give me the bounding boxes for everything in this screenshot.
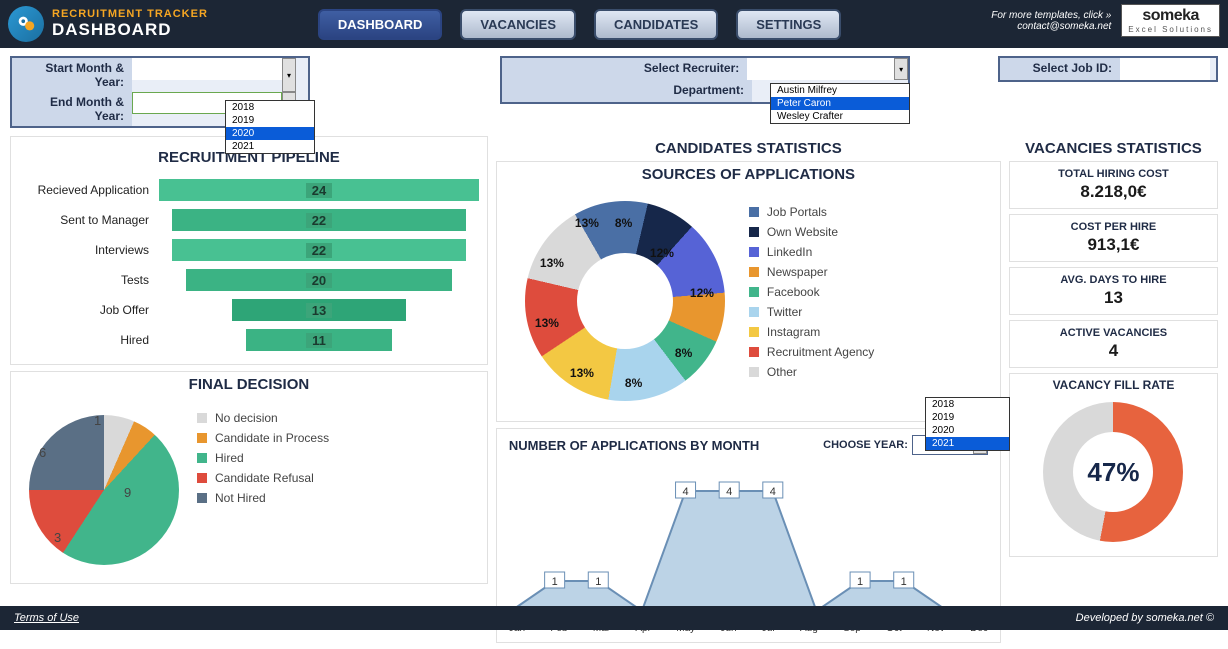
filter-row: Start Month & Year: ▾ End Month & Year: …	[0, 48, 1228, 136]
legend-item: Other	[749, 365, 992, 379]
svg-text:1: 1	[857, 576, 863, 588]
fill-rate-panel: VACANCY FILL RATE 47%	[1009, 373, 1218, 557]
legend-item: Candidate Refusal	[197, 471, 479, 485]
recruiter-dropdown[interactable]: Austin Milfrey Peter Caron Wesley Crafte…	[770, 83, 910, 124]
nav-buttons: DASHBOARD VACANCIES CANDIDATES SETTINGS	[318, 9, 841, 40]
fill-rate-title: VACANCY FILL RATE	[1014, 378, 1213, 392]
more-templates-link[interactable]: For more templates, click »	[991, 10, 1111, 21]
vacancy-stat: TOTAL HIRING COST8.218,0€	[1009, 161, 1218, 209]
funnel-row: Sent to Manager 22	[19, 206, 479, 234]
funnel-row: Recieved Application 24	[19, 176, 479, 204]
nav-dashboard[interactable]: DASHBOARD	[318, 9, 443, 40]
funnel-row: Job Offer 13	[19, 296, 479, 324]
chart-year-dropdown[interactable]: 2018 2019 2020 2021	[925, 397, 1010, 451]
legend-item: Newspaper	[749, 265, 992, 279]
brand-logo[interactable]: someka Excel Solutions	[1121, 4, 1220, 37]
funnel-row: Hired 11	[19, 326, 479, 354]
vacancies-title: VACANCIES STATISTICS	[1009, 136, 1218, 161]
svg-text:1: 1	[551, 576, 557, 588]
nav-vacancies[interactable]: VACANCIES	[460, 9, 576, 40]
terms-link[interactable]: Terms of Use	[14, 612, 79, 624]
sources-title: SOURCES OF APPLICATIONS	[497, 162, 1000, 187]
pipeline-panel: RECRUITMENT PIPELINE Recieved Applicatio…	[10, 136, 488, 365]
footer: Terms of Use Developed by someka.net ©	[0, 606, 1228, 630]
legend-item: Not Hired	[197, 491, 479, 505]
legend-item: LinkedIn	[749, 245, 992, 259]
funnel-row: Tests 20	[19, 266, 479, 294]
topbar: RECRUITMENT TRACKER DASHBOARD DASHBOARD …	[0, 0, 1228, 48]
legend-item: Job Portals	[749, 205, 992, 219]
svg-text:1: 1	[595, 576, 601, 588]
recruiter-label: Select Recruiter:	[502, 58, 747, 80]
svg-text:4: 4	[726, 486, 732, 498]
vacancy-stat: AVG. DAYS TO HIRE13	[1009, 267, 1218, 315]
candidates-title: CANDIDATES STATISTICS	[496, 136, 1001, 161]
start-date-label: Start Month & Year:	[12, 58, 132, 92]
app-logo	[8, 6, 44, 42]
legend-item: Hired	[197, 451, 479, 465]
page-title: DASHBOARD	[52, 20, 208, 40]
sources-panel: SOURCES OF APPLICATIONS 12%8%12%8%8%13%1…	[496, 161, 1001, 422]
nav-settings[interactable]: SETTINGS	[736, 9, 841, 40]
job-id-label: Select Job ID:	[1000, 58, 1120, 80]
svg-text:4: 4	[682, 486, 688, 498]
funnel-row: Interviews 22	[19, 236, 479, 264]
legend-item: Recruitment Agency	[749, 345, 992, 359]
vacancy-stat: ACTIVE VACANCIES4	[1009, 320, 1218, 368]
app-title: RECRUITMENT TRACKER	[52, 8, 208, 20]
contact-email[interactable]: contact@someka.net	[991, 21, 1111, 32]
legend-item: Instagram	[749, 325, 992, 339]
recruiter-dd-icon[interactable]: ▾	[894, 58, 908, 80]
end-year-dropdown[interactable]: 2018 2019 2020 2021	[225, 100, 315, 154]
end-date-label: End Month & Year:	[12, 92, 132, 126]
svg-text:4: 4	[770, 486, 776, 498]
recruiter-input[interactable]	[747, 58, 894, 80]
nav-candidates[interactable]: CANDIDATES	[594, 9, 718, 40]
legend-item: No decision	[197, 411, 479, 425]
apps-month-title: NUMBER OF APPLICATIONS BY MONTH	[509, 438, 759, 453]
legend-item: Twitter	[749, 305, 992, 319]
department-label: Department:	[502, 80, 752, 102]
final-decision-title: FINAL DECISION	[11, 372, 487, 397]
job-id-input[interactable]	[1120, 58, 1210, 80]
start-date-dd-icon[interactable]: ▾	[282, 58, 296, 92]
developed-by: Developed by someka.net ©	[1076, 612, 1214, 624]
start-date-input[interactable]	[132, 58, 282, 80]
legend-item: Facebook	[749, 285, 992, 299]
choose-year-label: CHOOSE YEAR:	[823, 439, 908, 451]
legend-item: Own Website	[749, 225, 992, 239]
final-decision-panel: FINAL DECISION 6193 No decision Candidat…	[10, 371, 488, 584]
legend-item: Candidate in Process	[197, 431, 479, 445]
svg-text:1: 1	[901, 576, 907, 588]
job-filter-box: Select Job ID:	[998, 56, 1218, 82]
vacancy-stat: COST PER HIRE913,1€	[1009, 214, 1218, 262]
